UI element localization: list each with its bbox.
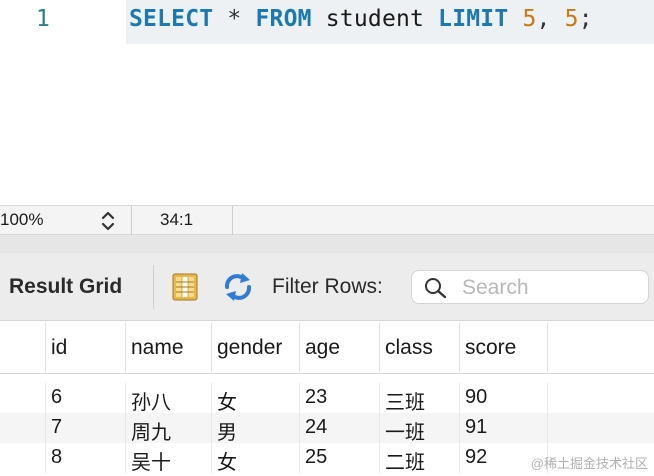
cell-name[interactable]: 周九 bbox=[125, 413, 211, 444]
cell-age[interactable]: 25 bbox=[299, 443, 379, 473]
panel-divider[interactable] bbox=[0, 235, 654, 253]
search-icon bbox=[424, 277, 448, 299]
sql-editor[interactable]: 1 SELECT * FROM student LIMIT 5, 5; bbox=[0, 0, 654, 205]
limit-count: 5 bbox=[564, 6, 579, 32]
refresh-icon[interactable] bbox=[222, 272, 254, 302]
result-grid[interactable]: id name gender age class score 6 孙八 女 23… bbox=[0, 322, 654, 476]
status-divider bbox=[131, 206, 132, 235]
zoom-level: 100% bbox=[0, 210, 44, 229]
filter-search-box[interactable] bbox=[411, 270, 649, 304]
line-number: 1 bbox=[36, 6, 50, 32]
table-row[interactable]: 6 孙八 女 23 三班 90 bbox=[0, 383, 654, 414]
cell-id[interactable]: 7 bbox=[45, 413, 125, 443]
column-header-name[interactable]: name bbox=[125, 322, 211, 374]
cell-class[interactable]: 二班 bbox=[379, 443, 459, 474]
column-header-empty bbox=[547, 322, 654, 374]
cell-class[interactable]: 一班 bbox=[379, 413, 459, 444]
cell-score[interactable]: 90 bbox=[459, 383, 547, 413]
toolbar-divider bbox=[153, 265, 154, 309]
limit-offset: 5 bbox=[522, 6, 537, 32]
keyword-limit: LIMIT bbox=[438, 6, 509, 32]
table-row[interactable]: 7 周九 男 24 一班 91 bbox=[0, 413, 654, 444]
cell-gender[interactable]: 男 bbox=[211, 413, 299, 444]
status-divider bbox=[232, 206, 233, 235]
cell-gender[interactable]: 女 bbox=[211, 443, 299, 474]
column-header-row: id name gender age class score bbox=[0, 322, 654, 374]
keyword-from: FROM bbox=[255, 6, 312, 32]
editor-status-bar: 100% 34:1 bbox=[0, 205, 654, 235]
result-grid-label: Result Grid bbox=[9, 275, 123, 298]
comma: , bbox=[536, 6, 551, 32]
cell-gender[interactable]: 女 bbox=[211, 383, 299, 414]
semicolon: ; bbox=[578, 6, 593, 32]
cell-name[interactable]: 吴十 bbox=[125, 443, 211, 474]
cell-id[interactable]: 6 bbox=[45, 383, 125, 413]
cell-age[interactable]: 24 bbox=[299, 413, 379, 443]
table-name: student bbox=[325, 6, 425, 32]
code-line-1[interactable]: SELECT * FROM student LIMIT 5, 5; bbox=[126, 0, 654, 44]
chevron-up-down-icon[interactable] bbox=[97, 209, 119, 233]
column-header-class[interactable]: class bbox=[379, 322, 459, 374]
cell-class[interactable]: 三班 bbox=[379, 383, 459, 414]
cell-empty bbox=[547, 383, 654, 413]
keyword-select: SELECT bbox=[129, 6, 214, 32]
column-header-id[interactable]: id bbox=[45, 322, 125, 374]
filter-rows-label: Filter Rows: bbox=[272, 275, 383, 298]
search-input[interactable] bbox=[462, 274, 642, 301]
result-toolbar: Result Grid Filter Rows: bbox=[0, 253, 654, 321]
watermark: @稀土掘金技术社区 bbox=[530, 456, 648, 471]
grid-view-icon[interactable] bbox=[172, 273, 198, 301]
column-header-gender[interactable]: gender bbox=[211, 322, 299, 374]
cursor-position: 34:1 bbox=[160, 210, 194, 229]
cell-id[interactable]: 8 bbox=[45, 443, 125, 473]
cell-age[interactable]: 23 bbox=[299, 383, 379, 413]
cell-empty bbox=[547, 413, 654, 443]
column-header-score[interactable]: score bbox=[459, 322, 547, 374]
cell-score[interactable]: 91 bbox=[459, 413, 547, 443]
column-header-age[interactable]: age bbox=[299, 322, 379, 374]
wildcard-star: * bbox=[227, 6, 242, 32]
cell-name[interactable]: 孙八 bbox=[125, 383, 211, 414]
